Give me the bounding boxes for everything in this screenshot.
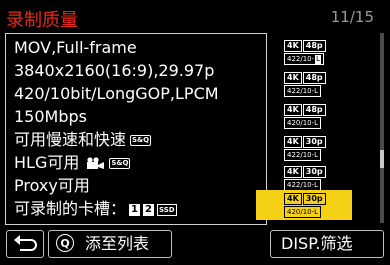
return-arrow-icon <box>14 235 37 251</box>
sq-icon: S&Q <box>109 158 131 169</box>
format-l-mark: L <box>315 55 322 64</box>
format-item[interactable]: 4K48p 422/10-L <box>280 70 352 98</box>
format-rate: 48p <box>302 104 326 116</box>
detail-card-slots: 可录制的卡槽： 1 2 SSD <box>14 199 177 219</box>
card-slot-1-icon: 1 <box>129 203 141 216</box>
sq-icon: S&Q <box>130 135 152 146</box>
detail-bitrate: 150Mbps <box>14 107 87 126</box>
format-codec: 422/10-L <box>284 53 325 65</box>
format-codec: 420/10-L <box>284 206 322 218</box>
format-rate: 30p <box>302 166 326 178</box>
hlg-label: HLG可用 <box>14 153 80 172</box>
detail-hlg: HLG可用 S&Q <box>14 153 131 173</box>
format-rate: 30p <box>302 136 326 148</box>
format-icon: 4K48p 422/10-L <box>284 72 328 97</box>
detail-proxy: Proxy可用 <box>14 176 90 195</box>
card-slot-2-icon: 2 <box>143 203 155 216</box>
format-item[interactable]: 4K 30p 422/10-L <box>280 164 352 192</box>
scroll-thumb[interactable] <box>380 150 384 168</box>
format-res: 4K <box>284 104 302 116</box>
format-res: 4K <box>284 72 302 84</box>
format-codec: 422/10-L <box>284 149 322 161</box>
detail-slow-quick: 可用慢速和快速 S&Q <box>14 130 152 150</box>
detail-panel: MOV,Full-frame 3840x2160(16:9),29.97p 42… <box>5 33 267 225</box>
bottom-bar: Q 添至列表 DISP.筛选 <box>0 228 390 260</box>
detail-codec: 420/10bit/LongGOP,LPCM <box>14 84 219 103</box>
format-rate: 48p <box>302 40 326 52</box>
format-res: 4K <box>284 136 302 148</box>
scrollbar[interactable] <box>380 33 384 223</box>
format-res: 4K <box>284 166 302 178</box>
ssd-icon: SSD <box>157 203 177 216</box>
filter-label: DISP.筛选 <box>281 234 353 253</box>
video-camera-icon <box>87 157 105 169</box>
format-codec: 420/10-L <box>284 117 322 129</box>
format-res: 4K <box>284 40 302 52</box>
page-indicator: 11/15 <box>330 8 374 26</box>
format-codec-text: 422/10- <box>287 55 315 63</box>
format-icon: 4K 30p 420/10-L <box>284 193 328 218</box>
q-button-icon: Q <box>56 234 74 252</box>
format-icon: 4K 48p 420/10-L <box>284 104 328 129</box>
format-item[interactable]: 4K 30p 422/10-L <box>280 134 352 162</box>
back-button[interactable] <box>6 230 44 258</box>
add-to-list-label: 添至列表 <box>85 234 150 253</box>
format-item[interactable]: 4K48p 422/10-L <box>280 38 352 66</box>
disp-filter-button[interactable]: DISP.筛选 <box>270 230 384 258</box>
format-icon: 4K 30p 422/10-L <box>284 136 328 161</box>
format-rate: 48p <box>302 72 326 84</box>
format-res: 4K <box>284 193 302 205</box>
card-slot-label: 可录制的卡槽： <box>14 199 127 218</box>
format-rate: 30p <box>302 193 326 205</box>
detail-container-format: MOV,Full-frame <box>14 38 137 57</box>
detail-resolution: 3840x2160(16:9),29.97p <box>14 61 215 80</box>
format-codec: 422/10-L <box>284 85 322 97</box>
format-item[interactable]: 4K 48p 420/10-L <box>280 102 352 130</box>
format-icon: 4K 30p 422/10-L <box>284 166 328 191</box>
format-icon: 4K48p 422/10-L <box>284 40 328 65</box>
format-item-selected[interactable]: 4K 30p 420/10-L <box>256 190 352 220</box>
add-to-list-button[interactable]: Q 添至列表 <box>48 230 172 258</box>
page-title: 录制质量 <box>6 10 78 31</box>
slow-quick-label: 可用慢速和快速 <box>14 130 127 149</box>
